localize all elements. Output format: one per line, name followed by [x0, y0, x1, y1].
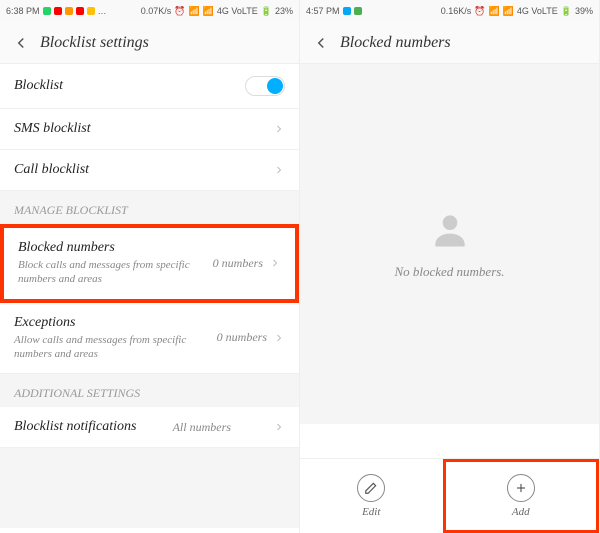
- add-label: Add: [512, 506, 530, 518]
- youtube-icon-2: [76, 7, 84, 15]
- back-icon[interactable]: [12, 34, 30, 52]
- header: Blocklist settings: [0, 22, 299, 64]
- page-title: Blocklist settings: [40, 34, 149, 52]
- status-battery: 23%: [275, 6, 293, 16]
- wifi-icon: 📶: [188, 6, 199, 17]
- battery-icon: 🔋: [561, 6, 572, 17]
- alarm-icon: ⏰: [474, 6, 485, 17]
- status-speed: 0.16K/s: [441, 6, 472, 16]
- call-blocklist-row[interactable]: Call blocklist: [0, 150, 299, 191]
- header: Blocked numbers: [300, 22, 599, 64]
- exceptions-row[interactable]: Exceptions Allow calls and messages from…: [0, 303, 299, 375]
- app-icon: [343, 7, 351, 15]
- exceptions-title: Exceptions: [14, 315, 217, 331]
- bottom-bar: Edit Add: [300, 458, 599, 533]
- status-speed: 0.07K/s: [141, 6, 172, 16]
- status-time: 4:57 PM: [306, 6, 340, 16]
- exceptions-value: 0 numbers: [217, 330, 267, 345]
- app-icon-2: [87, 7, 95, 15]
- section-manage-blocklist: MANAGE BLOCKLIST: [0, 191, 299, 224]
- wifi-icon: 📶: [488, 6, 499, 17]
- sms-blocklist-label: SMS blocklist: [14, 121, 91, 137]
- edit-button[interactable]: Edit: [300, 459, 443, 533]
- status-network: 4G VoLTE: [217, 6, 258, 16]
- whatsapp-icon: [43, 7, 51, 15]
- status-bar: 4:57 PM 0.16K/s ⏰ 📶 📶 4G VoLTE 🔋 39%: [300, 0, 599, 22]
- back-icon[interactable]: [312, 34, 330, 52]
- blocked-numbers-row[interactable]: Blocked numbers Block calls and messages…: [0, 224, 299, 303]
- blocklist-notifications-row[interactable]: Blocklist notifications All numbers: [0, 407, 299, 448]
- notifications-title: Blocklist notifications: [14, 419, 137, 435]
- chevron-right-icon: [273, 123, 285, 135]
- page-title: Blocked numbers: [340, 34, 451, 52]
- screen-blocked-numbers: 4:57 PM 0.16K/s ⏰ 📶 📶 4G VoLTE 🔋 39% Blo…: [300, 0, 600, 533]
- status-bar: 6:38 PM … 0.07K/s ⏰ 📶 📶 4G VoLTE 🔋 23%: [0, 0, 299, 22]
- edit-label: Edit: [362, 506, 380, 518]
- blocked-numbers-sub: Block calls and messages from specific n…: [18, 258, 213, 287]
- more-icon: …: [98, 6, 107, 16]
- blocklist-toggle-row[interactable]: Blocklist: [0, 64, 299, 109]
- blocklist-toggle[interactable]: [245, 76, 285, 96]
- signal-icon: 📶: [203, 6, 214, 17]
- call-blocklist-label: Call blocklist: [14, 162, 89, 178]
- chevron-right-icon: [269, 257, 281, 269]
- signal-icon: 📶: [503, 6, 514, 17]
- status-network: 4G VoLTE: [517, 6, 558, 16]
- plus-icon: [507, 474, 535, 502]
- status-battery: 39%: [575, 6, 593, 16]
- chevron-right-icon: [273, 421, 285, 433]
- empty-message: No blocked numbers.: [394, 264, 504, 280]
- notifications-value: All numbers: [173, 420, 231, 435]
- status-time: 6:38 PM: [6, 6, 40, 16]
- empty-state: No blocked numbers.: [300, 64, 599, 424]
- screen-blocklist-settings: 6:38 PM … 0.07K/s ⏰ 📶 📶 4G VoLTE 🔋 23% B…: [0, 0, 300, 533]
- blocklist-label: Blocklist: [14, 78, 63, 94]
- app-icon-2: [354, 7, 362, 15]
- exceptions-sub: Allow calls and messages from specific n…: [14, 333, 217, 362]
- sms-blocklist-row[interactable]: SMS blocklist: [0, 109, 299, 150]
- chevron-right-icon: [273, 332, 285, 344]
- blocked-numbers-title: Blocked numbers: [18, 240, 213, 256]
- chevron-right-icon: [273, 164, 285, 176]
- alarm-icon: ⏰: [174, 6, 185, 17]
- person-icon: [428, 208, 472, 252]
- app-icon: [65, 7, 73, 15]
- youtube-icon: [54, 7, 62, 15]
- section-additional-settings: ADDITIONAL SETTINGS: [0, 374, 299, 407]
- blocked-numbers-value: 0 numbers: [213, 256, 263, 271]
- battery-icon: 🔋: [261, 6, 272, 17]
- add-button[interactable]: Add: [443, 459, 600, 533]
- spacer: [0, 448, 299, 528]
- edit-icon: [357, 474, 385, 502]
